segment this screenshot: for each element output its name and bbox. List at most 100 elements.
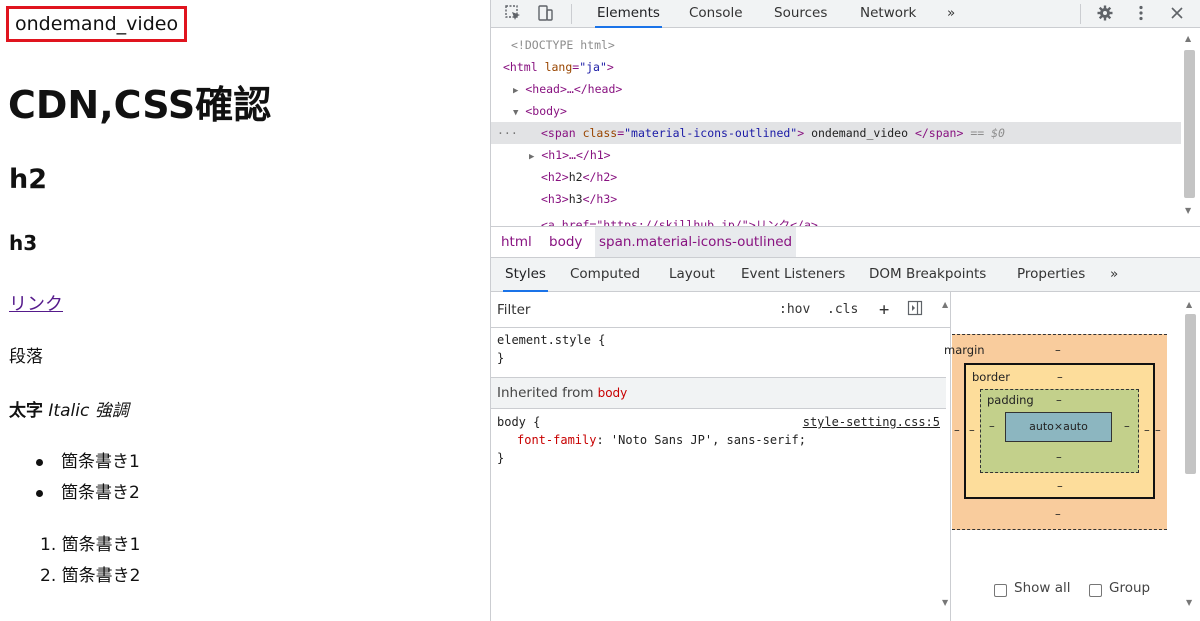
scroll-down-icon[interactable]: ▼ xyxy=(942,598,948,607)
padding-left-value: – xyxy=(989,419,995,433)
span-attr-value: "material-icons-outlined" xyxy=(624,126,798,140)
scrollbar-thumb[interactable] xyxy=(1185,314,1196,474)
dom-node-h2[interactable]: <h2>h2</h2> xyxy=(491,166,1181,188)
rule-close-brace: } xyxy=(497,451,505,465)
tab-computed[interactable]: Computed xyxy=(568,258,642,292)
new-rule-button[interactable]: + xyxy=(879,300,889,320)
box-model-margin[interactable]: margin – – – – border – – – – padding – … xyxy=(944,334,1167,530)
inherited-header: Inherited from body xyxy=(491,377,946,409)
toolbar-divider xyxy=(1080,4,1081,24)
ellipsis-icon[interactable]: ··· xyxy=(497,122,518,144)
box-model-padding[interactable]: padding – – – – auto×auto xyxy=(980,389,1139,473)
span-attr-name: class xyxy=(582,126,618,140)
device-toggle-icon[interactable] xyxy=(535,4,555,24)
em-text: 強調 xyxy=(94,401,129,421)
dom-node-h3[interactable]: <h3>h3</h3> xyxy=(491,188,1181,210)
stylesheet-source-link[interactable]: style-setting.css:5 xyxy=(803,413,940,431)
dom-scrollbar[interactable]: ▲ ▼ xyxy=(1182,28,1196,226)
group-checkbox[interactable] xyxy=(1089,584,1102,597)
toggle-sidebar-icon[interactable] xyxy=(907,300,923,320)
tab-layout[interactable]: Layout xyxy=(667,258,717,292)
dom-node-a[interactable]: <a href="https://skillhub.jp/">リンク</a> xyxy=(491,214,1181,226)
dom-node-head[interactable]: ▶ <head>…</head> xyxy=(491,78,1181,100)
breadcrumb-body[interactable]: body xyxy=(545,227,586,257)
scroll-down-icon[interactable]: ▼ xyxy=(1186,598,1192,607)
styles-scrollbar[interactable]: ▲ ▼ xyxy=(940,292,951,621)
font-family-declaration[interactable]: font-family: 'Noto Sans JP', sans-serif; xyxy=(491,431,946,449)
devtools-toolbar: Elements Console Sources Network » xyxy=(491,0,1200,28)
dom-node-span-selected[interactable]: ··· <span class="material-icons-outlined… xyxy=(491,122,1181,144)
span-open-tag: <span xyxy=(541,126,576,140)
h3-text: h3 xyxy=(568,192,583,206)
cls-button[interactable]: .cls xyxy=(827,300,858,320)
tab-console[interactable]: Console xyxy=(687,0,745,28)
border-label: border xyxy=(972,370,1010,384)
a-tag: <a href="https://skillhub.jp/">リンク</a> xyxy=(541,218,818,226)
tab-event-listeners[interactable]: Event Listeners xyxy=(739,258,847,292)
scroll-up-icon[interactable]: ▲ xyxy=(1185,34,1191,43)
body-rule-header: body { style-setting.css:5 xyxy=(491,413,946,431)
scroll-up-icon[interactable]: ▲ xyxy=(1186,300,1192,309)
rendered-page: ondemand_video CDN,CSS確認 h2 h3 リンク 段落 太字… xyxy=(0,0,490,621)
margin-right-value: – xyxy=(1155,423,1161,437)
expand-triangle-icon[interactable]: ▶ xyxy=(513,86,518,96)
breadcrumb-span[interactable]: span.material-icons-outlined xyxy=(595,227,797,257)
show-all-checkbox[interactable] xyxy=(994,584,1007,597)
tab-elements[interactable]: Elements xyxy=(595,0,662,28)
margin-label: margin xyxy=(944,343,985,357)
tab-dom-breakpoints[interactable]: DOM Breakpoints xyxy=(867,258,988,292)
dom-node-doctype[interactable]: <!DOCTYPE html> xyxy=(491,34,1181,56)
page-heading-h3: h3 xyxy=(9,231,38,255)
page-link[interactable]: リンク xyxy=(9,290,63,316)
tab-network[interactable]: Network xyxy=(858,0,918,28)
dom-node-body[interactable]: ▼ <body> xyxy=(491,100,1181,122)
ondemand-video-span-highlighted[interactable]: ondemand_video xyxy=(6,6,188,42)
tab-sources[interactable]: Sources xyxy=(772,0,829,28)
tab-properties[interactable]: Properties xyxy=(1015,258,1087,292)
list-item: 1. 箇条書き1 xyxy=(40,535,141,555)
h2-close-tag: </h2> xyxy=(582,170,618,184)
filter-input[interactable] xyxy=(497,299,757,321)
body-style-rule[interactable]: body { style-setting.css:5 font-family: … xyxy=(491,413,946,467)
inherited-label: Inherited from xyxy=(497,385,594,401)
italic-text: Italic xyxy=(48,401,90,421)
border-left-value: – xyxy=(969,423,975,437)
element-style-rule[interactable]: element.style { } xyxy=(491,331,946,367)
scrollbar-thumb[interactable] xyxy=(1184,50,1195,198)
hov-button[interactable]: :hov xyxy=(779,300,810,320)
h2-text: h2 xyxy=(568,170,583,184)
more-tabs-button[interactable]: » xyxy=(945,0,957,28)
collapse-triangle-icon[interactable]: ▼ xyxy=(513,108,518,118)
page-paragraph: 段落 xyxy=(9,347,43,367)
dom-node-html[interactable]: <html lang="ja"> xyxy=(491,56,1181,78)
scroll-up-icon[interactable]: ▲ xyxy=(942,300,948,309)
html-attr-name: lang xyxy=(544,60,573,74)
box-model-diagram: margin – – – – border – – – – padding – … xyxy=(944,334,1167,530)
scroll-down-icon[interactable]: ▼ xyxy=(1185,206,1191,215)
gear-icon[interactable] xyxy=(1095,4,1115,24)
margin-top-value: – xyxy=(1055,343,1061,357)
inherited-body-link[interactable]: body xyxy=(598,386,628,400)
more-subtabs-button[interactable]: » xyxy=(1108,258,1120,292)
expand-triangle-icon[interactable]: ▶ xyxy=(529,152,534,162)
dom-node-h1[interactable]: ▶ <h1>…</h1> xyxy=(491,144,1181,166)
inspect-icon[interactable] xyxy=(503,4,523,24)
styles-subtabs: Styles Computed Layout Event Listeners D… xyxy=(491,258,1200,292)
box-model-content[interactable]: auto×auto xyxy=(1005,412,1112,442)
padding-bottom-value: – xyxy=(1056,450,1062,464)
property-name: font-family xyxy=(517,433,597,447)
breadcrumb-html[interactable]: html xyxy=(497,227,536,257)
border-right-value: – xyxy=(1144,423,1150,437)
close-icon[interactable] xyxy=(1167,4,1187,24)
computed-scrollbar[interactable]: ▲ ▼ xyxy=(1183,292,1197,621)
margin-bottom-value: – xyxy=(1055,507,1061,521)
tab-styles[interactable]: Styles xyxy=(503,258,548,292)
filter-bar: :hov .cls + xyxy=(491,292,951,328)
span-close-tag: </span> xyxy=(914,126,964,140)
h2-open-tag: <h2> xyxy=(541,170,569,184)
group-label: Group xyxy=(1109,580,1151,596)
breadcrumb: html body span.material-icons-outlined xyxy=(491,226,1200,258)
border-top-value: – xyxy=(1057,370,1063,384)
box-model-border[interactable]: border – – – – padding – – – – auto×auto xyxy=(964,363,1155,499)
kebab-menu-icon[interactable] xyxy=(1131,4,1151,24)
